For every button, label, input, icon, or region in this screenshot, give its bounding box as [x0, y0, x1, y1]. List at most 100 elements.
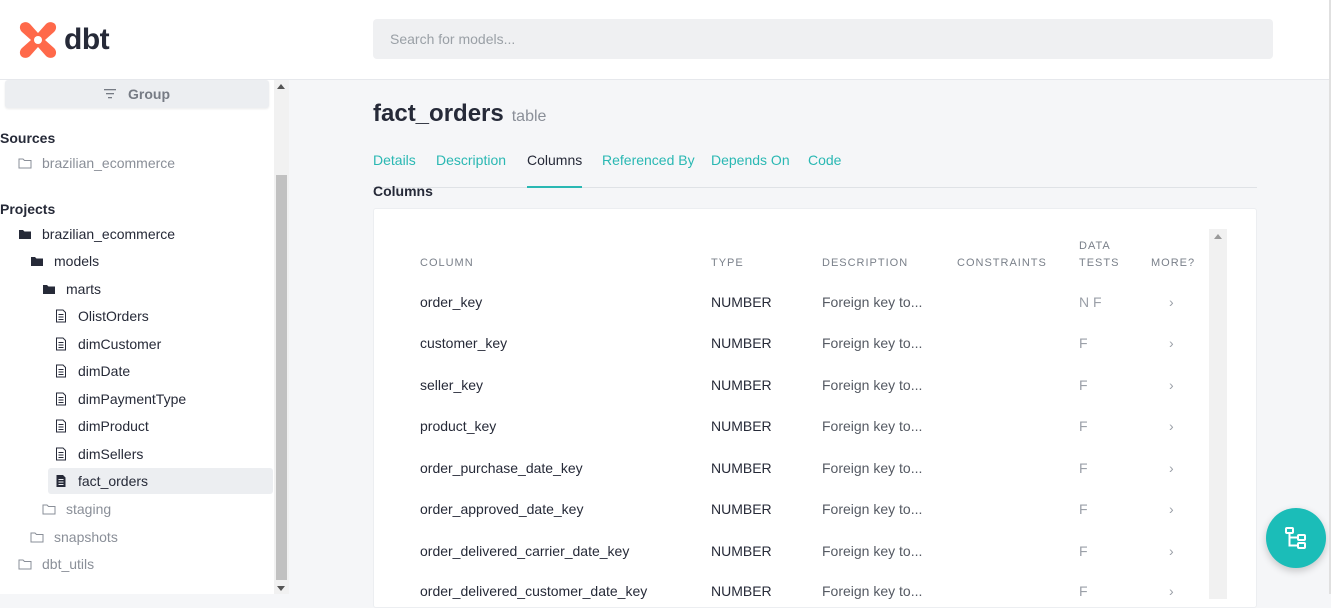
sidebar-item-label: marts [66, 281, 101, 297]
top-header: dbt [0, 0, 1331, 80]
tab-referenced-by[interactable]: Referenced By [602, 152, 695, 188]
header-data-tests: Data Tests [1079, 240, 1120, 269]
dbt-logo-icon [19, 22, 57, 58]
cell-description: Foreign key to... [822, 460, 923, 476]
cell-tests: F [1079, 501, 1088, 517]
dbt-logo[interactable]: dbt [18, 20, 110, 60]
cell-tests: F [1079, 418, 1088, 434]
tab-columns[interactable]: Columns [527, 152, 583, 188]
sidebar-item-olistorders[interactable]: OlistOrders [54, 304, 149, 328]
sidebar-item-dimdate[interactable]: dimDate [54, 359, 130, 383]
file-icon [54, 392, 68, 406]
tab-depends-on[interactable]: Depends On [711, 152, 790, 188]
folder-icon [18, 156, 32, 170]
cell-type: NUMBER [711, 377, 772, 393]
lineage-graph-icon [1285, 527, 1306, 549]
cell-column: order_delivered_customer_date_key [420, 583, 648, 599]
columns-card: Column Type Description Constraints Data… [373, 208, 1257, 608]
header-description: Description [822, 257, 909, 269]
scroll-up-arrow-icon[interactable] [277, 84, 285, 89]
search-input[interactable] [373, 19, 1273, 59]
table-scrollbar-track[interactable] [1209, 229, 1227, 599]
cell-column: customer_key [420, 335, 508, 351]
cell-tests: N F [1079, 294, 1102, 310]
folder-open-icon [30, 254, 44, 268]
cell-type: NUMBER [711, 460, 772, 476]
sidebar-item-label: models [54, 253, 100, 269]
file-icon [54, 447, 68, 461]
sidebar-item-label: dimCustomer [78, 336, 162, 352]
lineage-graph-button[interactable] [1266, 508, 1326, 568]
cell-description: Foreign key to... [822, 294, 923, 310]
filter-lines-icon [104, 86, 116, 102]
table-scroll-up-arrow-icon[interactable] [1214, 234, 1222, 239]
sidebar-item-label: snapshots [54, 529, 118, 545]
chevron-right-icon[interactable]: › [1169, 583, 1174, 599]
chevron-right-icon[interactable]: › [1169, 418, 1174, 434]
sidebar-scrollbar-thumb[interactable] [276, 175, 287, 580]
cell-column: order_purchase_date_key [420, 460, 583, 476]
cell-column: order_delivered_carrier_date_key [420, 543, 630, 559]
sidebar-item-label: dimSellers [78, 446, 144, 462]
folder-icon [42, 502, 56, 516]
sidebar-item-marts[interactable]: marts [42, 277, 101, 301]
page-title: fact_orders table [373, 100, 546, 128]
projects-title: Projects [0, 201, 56, 217]
cell-type: NUMBER [711, 583, 772, 599]
cell-type: NUMBER [711, 501, 772, 517]
sidebar-item-label: dimProduct [78, 418, 149, 434]
file-icon [54, 419, 68, 433]
sidebar: Group Sources brazilian_ecommerce Projec… [0, 80, 274, 594]
chevron-right-icon[interactable]: › [1169, 335, 1174, 351]
cell-tests: F [1079, 460, 1088, 476]
cell-tests: F [1079, 583, 1088, 599]
sidebar-item-models[interactable]: models [30, 249, 99, 273]
header-more: More? [1151, 257, 1196, 269]
cell-description: Foreign key to... [822, 377, 923, 393]
logo-text: dbt [64, 23, 110, 56]
sidebar-item-label: staging [66, 501, 112, 517]
tab-code[interactable]: Code [808, 152, 841, 188]
chevron-right-icon[interactable]: › [1169, 501, 1174, 517]
sidebar-item-label: OlistOrders [78, 308, 149, 324]
chevron-right-icon[interactable]: › [1169, 377, 1174, 393]
sidebar-item-source-brazilian-ecommerce[interactable]: brazilian_ecommerce [18, 151, 175, 175]
cell-column: order_key [420, 294, 483, 310]
sidebar-item-dimpaymenttype[interactable]: dimPaymentType [54, 387, 186, 411]
file-filled-icon [54, 474, 68, 488]
folder-open-icon [42, 282, 56, 296]
sidebar-item-dimproduct[interactable]: dimProduct [54, 414, 149, 438]
sidebar-item-staging[interactable]: staging [42, 497, 111, 521]
group-button[interactable]: Group [5, 80, 269, 108]
cell-type: NUMBER [711, 294, 772, 310]
sidebar-item-fact-orders[interactable]: fact_orders [48, 468, 273, 494]
model-name: fact_orders [373, 100, 504, 127]
sidebar-item-label: brazilian_ecommerce [42, 155, 176, 171]
cell-description: Foreign key to... [822, 418, 923, 434]
tab-description[interactable]: Description [436, 152, 506, 188]
scroll-down-arrow-icon[interactable] [277, 586, 285, 591]
chevron-right-icon[interactable]: › [1169, 460, 1174, 476]
folder-icon [18, 557, 32, 571]
chevron-right-icon[interactable]: › [1169, 543, 1174, 559]
cell-type: NUMBER [711, 335, 772, 351]
cell-description: Foreign key to... [822, 501, 923, 517]
sidebar-item-project-brazilian-ecommerce[interactable]: brazilian_ecommerce [18, 222, 175, 246]
file-icon [54, 309, 68, 323]
cell-type: NUMBER [711, 418, 772, 434]
sidebar-item-label: fact_orders [78, 473, 149, 489]
section-heading: Columns [373, 183, 433, 199]
sidebar-item-dimsellers[interactable]: dimSellers [54, 442, 143, 466]
cell-description: Foreign key to... [822, 543, 923, 559]
sidebar-item-dbt-utils[interactable]: dbt_utils [18, 552, 94, 576]
sidebar-item-dimcustomer[interactable]: dimCustomer [54, 332, 161, 356]
sidebar-item-snapshots[interactable]: snapshots [30, 525, 118, 549]
tab-bar: Details Description Columns Referenced B… [373, 146, 1257, 188]
cell-column: order_approved_date_key [420, 501, 584, 517]
cell-tests: F [1079, 543, 1088, 559]
cell-description: Foreign key to... [822, 335, 923, 351]
group-button-label: Group [128, 86, 170, 102]
chevron-right-icon[interactable]: › [1169, 294, 1174, 310]
header-column: Column [420, 257, 474, 269]
folder-icon [30, 530, 44, 544]
